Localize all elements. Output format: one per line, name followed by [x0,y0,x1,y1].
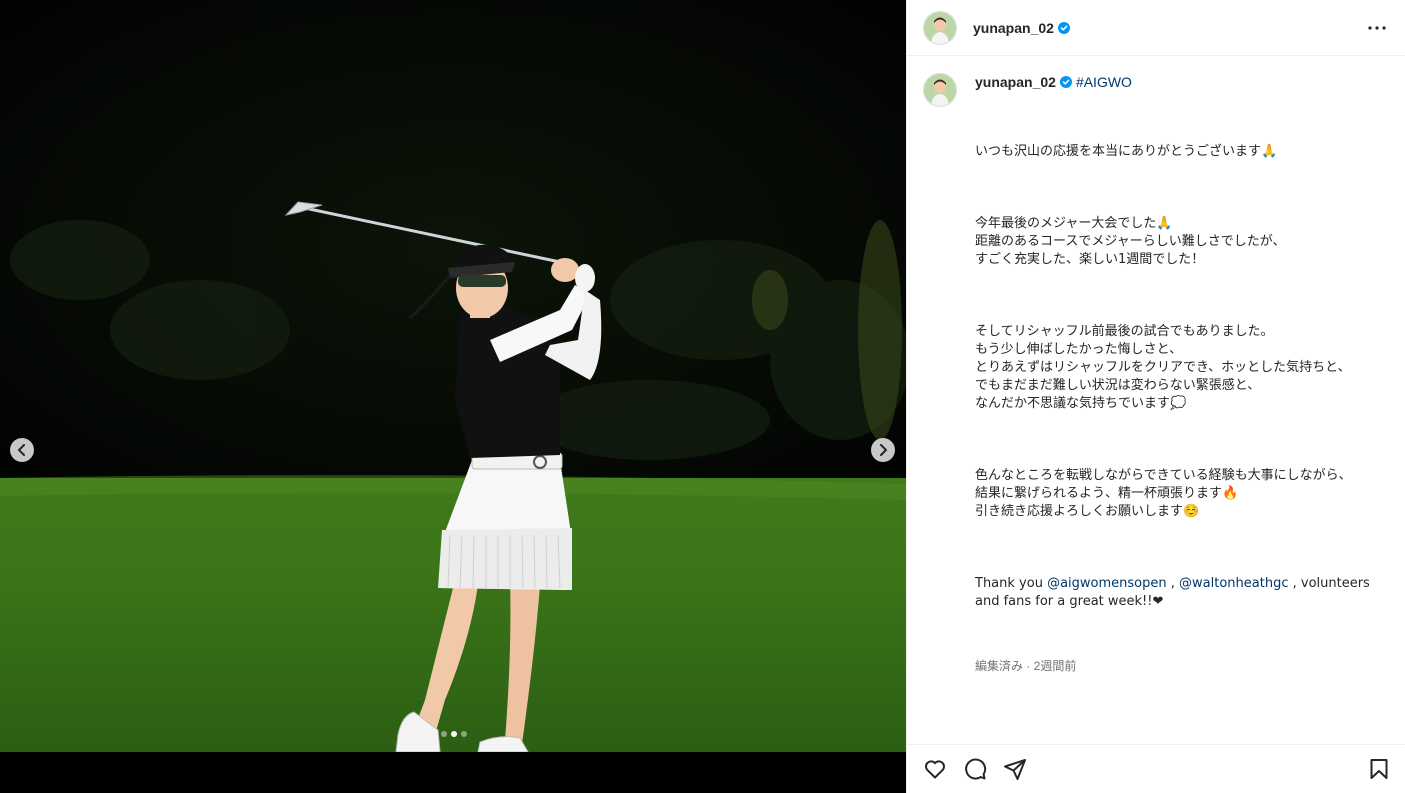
thanks-prefix: Thank you [975,576,1048,591]
mention-aigwomensopen[interactable]: @aigwomensopen [1047,576,1167,591]
share-icon [1004,759,1026,780]
carousel-dot [461,731,467,737]
carousel-prev-button[interactable] [10,438,34,462]
like-button[interactable] [923,757,947,781]
post-viewer: yunapan_02 yunapan_02 #AIGWO いつも沢山の応援を本当… [0,0,1405,793]
heart-icon [925,760,945,779]
hashtag-link[interactable]: #AIGWO [1076,74,1132,90]
caption-paragraph: そしてリシャッフル前最後の試合でもありました。 もう少し伸ばしたかった悔しさと、… [975,324,1351,411]
caption-paragraph: いつも沢山の応援を本当にありがとうございます🙏 [975,144,1278,159]
caption-meta[interactable]: 編集済み · 2週間前 [975,657,1380,674]
verified-badge-icon [1057,21,1070,34]
header-username[interactable]: yunapan_02 [973,20,1054,36]
caption-avatar[interactable] [923,73,957,107]
caption-body: yunapan_02 #AIGWO いつも沢山の応援を本当にありがとうございます… [975,73,1380,674]
thanks-separator: , [1166,576,1180,591]
caption-paragraph: 色んなところを転戦しながらできている経験も大事にしながら、 結果に繋げられるよう… [975,468,1352,519]
carousel-dots [441,731,467,737]
comment-button[interactable] [963,757,987,781]
avatar-image [924,11,956,44]
golfer-illustration [0,0,906,752]
post-header: yunapan_02 [907,0,1405,56]
share-button[interactable] [1003,757,1027,781]
media-pane [0,0,906,793]
post-photo[interactable] [0,0,906,752]
caption-username[interactable]: yunapan_02 [975,74,1056,90]
post-sidebar: yunapan_02 yunapan_02 #AIGWO いつも沢山の応援を本当… [906,0,1405,793]
action-bar [907,744,1405,793]
caption-text: いつも沢山の応援を本当にありがとうございます🙏 今年最後のメジャー大会でした🙏 … [975,107,1380,665]
comments-area: yunapan_02 #AIGWO いつも沢山の応援を本当にありがとうございます… [907,57,1405,744]
comment-icon [965,758,987,780]
carousel-dot [441,731,447,737]
more-options-icon [1368,25,1386,30]
caption-paragraph: 今年最後のメジャー大会でした🙏 距離のあるコースでメジャーらしい難しさでしたが、… [975,216,1286,267]
chevron-left-icon [18,444,25,456]
bookmark-icon [1370,759,1388,779]
carousel-dot-active [451,731,457,737]
verified-badge-icon [1059,76,1072,88]
save-button[interactable] [1367,757,1391,781]
more-options-button[interactable] [1365,16,1389,40]
chevron-right-icon [880,444,887,456]
mention-waltonheathgc[interactable]: @waltonheathgc [1179,576,1288,591]
carousel-next-button[interactable] [871,438,895,462]
avatar-image [924,74,956,106]
caption-head: yunapan_02 #AIGWO [975,73,1380,91]
caption: yunapan_02 #AIGWO いつも沢山の応援を本当にありがとうございます… [923,73,1389,674]
avatar[interactable] [923,10,957,45]
caption-thanks: Thank you @aigwomensopen , @waltonheathg… [975,575,1380,611]
